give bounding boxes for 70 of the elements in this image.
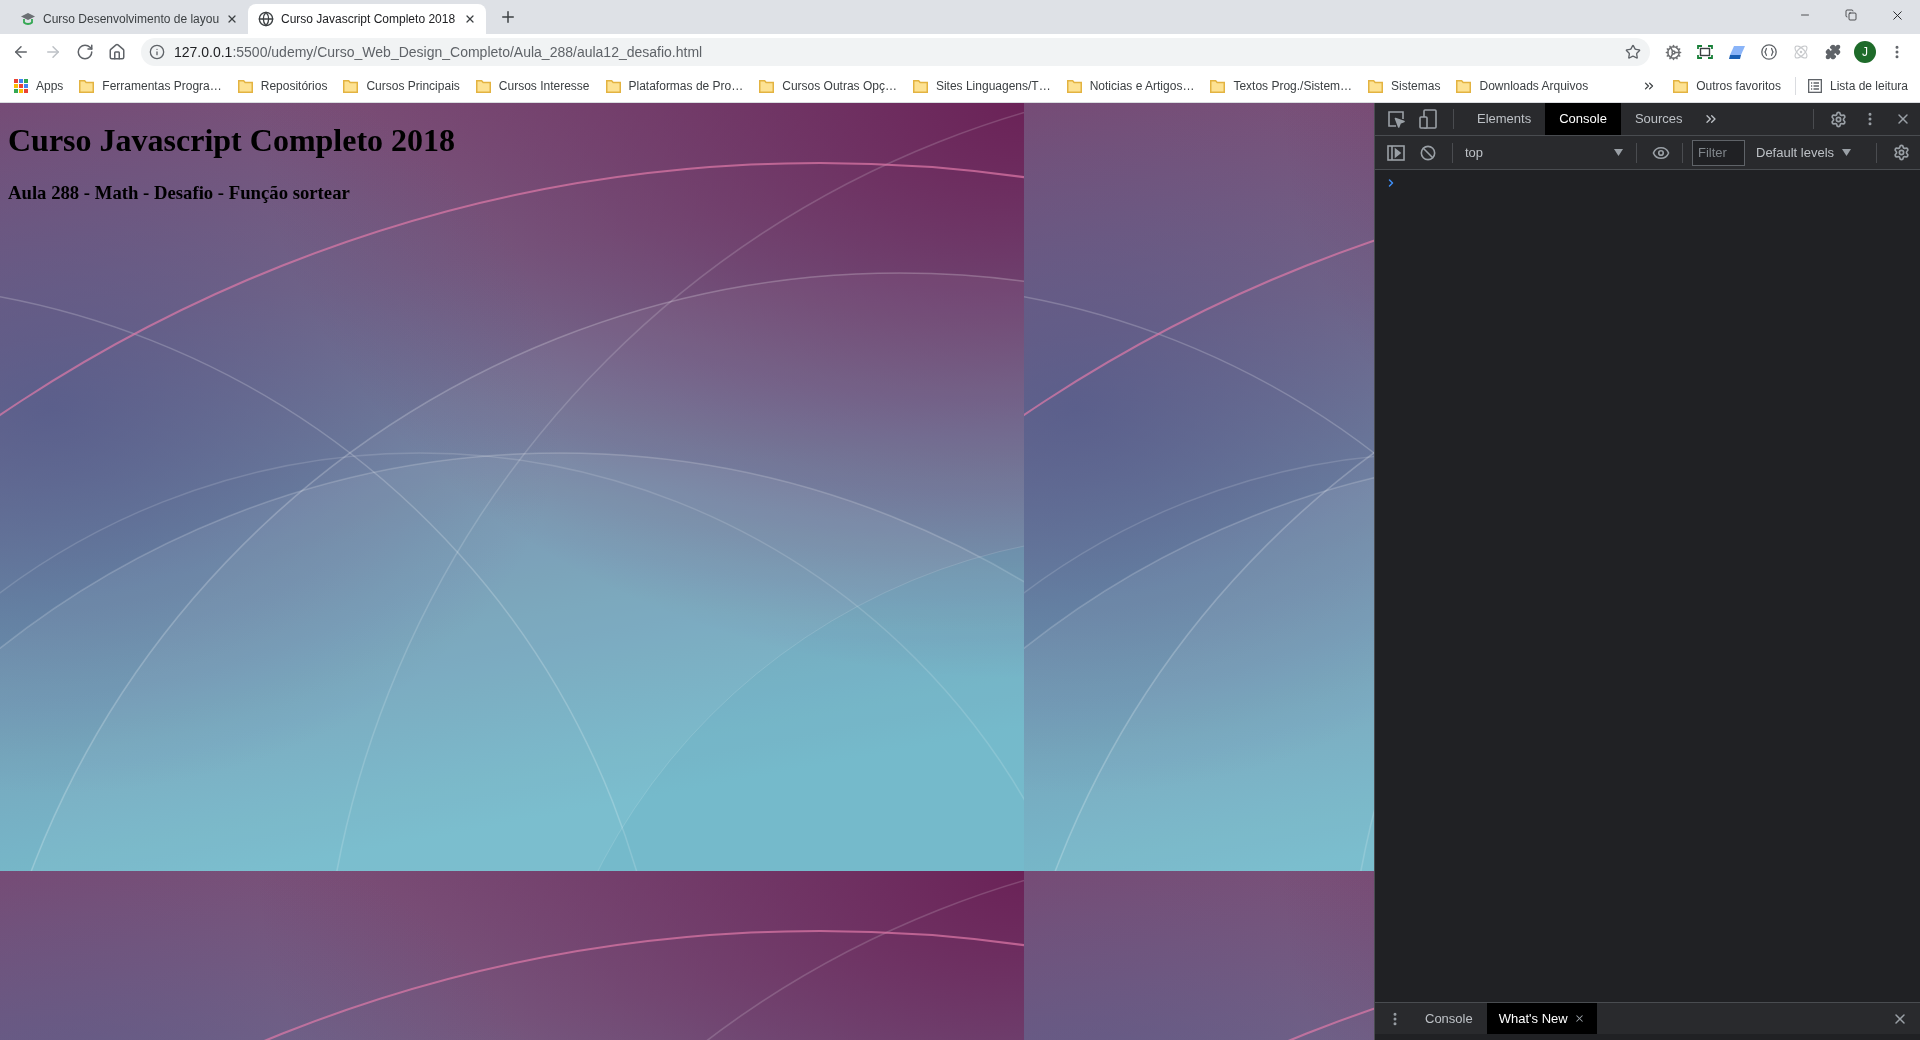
clear-icon bbox=[1420, 144, 1436, 161]
bookmark-item[interactable]: Cursos Interesse bbox=[467, 73, 598, 99]
drawer-tab[interactable]: What's New bbox=[1486, 1003, 1597, 1034]
close-icon bbox=[1895, 111, 1911, 127]
settings-icon bbox=[1829, 110, 1847, 128]
folder-icon bbox=[475, 79, 491, 93]
folder-icon bbox=[1210, 79, 1226, 93]
puzzle-icon bbox=[1825, 44, 1841, 60]
home-icon bbox=[108, 43, 126, 61]
cog-icon bbox=[1664, 43, 1682, 61]
page-heading: Curso Javascript Completo 2018 bbox=[8, 122, 456, 159]
folder-icon bbox=[1368, 79, 1384, 93]
bookmark-item[interactable]: Outros favoritos bbox=[1665, 73, 1789, 99]
caret-icon bbox=[1614, 149, 1623, 156]
reload-icon bbox=[76, 43, 94, 61]
drawer-tab[interactable]: Console bbox=[1413, 1003, 1485, 1034]
plus-icon bbox=[499, 8, 517, 26]
bookmark-item[interactable]: Repositórios bbox=[229, 73, 336, 99]
sidebar-toggle-icon bbox=[1387, 144, 1405, 161]
arrow-right-icon bbox=[44, 43, 62, 61]
page-subheading: Aula 288 - Math - Desafio - Função sortear bbox=[8, 182, 350, 204]
frame-corners-icon bbox=[1697, 45, 1713, 59]
bookmark-item[interactable]: Apps bbox=[6, 73, 72, 99]
settings-icon bbox=[1892, 144, 1910, 161]
device-toggle-icon bbox=[1419, 109, 1437, 129]
bookmark-item[interactable]: Cursos Outras Opç… bbox=[751, 73, 905, 99]
apps-grid-icon bbox=[14, 79, 28, 93]
filter-field[interactable]: Filter bbox=[1692, 139, 1745, 166]
log-levels-select[interactable]: Default levels bbox=[1750, 140, 1862, 165]
folder-icon bbox=[759, 79, 775, 93]
folder-icon bbox=[1673, 79, 1689, 93]
inspect-element-icon bbox=[1387, 110, 1405, 128]
graduation-cap-icon bbox=[20, 11, 36, 27]
folder-icon bbox=[237, 79, 253, 93]
reading-list-icon bbox=[1807, 79, 1822, 93]
url-text: 127.0.0.1:5500/udemy/Curso_Web_Design_Completo/Aula_288/aula12_desafio.html bbox=[174, 42, 703, 62]
bookmark-star-icon[interactable] bbox=[1625, 44, 1641, 60]
bookmark-item[interactable]: Cursos Principais bbox=[335, 73, 468, 99]
globe-icon bbox=[258, 11, 274, 27]
bookmark-item[interactable]: Plataformas de Pro… bbox=[597, 73, 752, 99]
bookmark-item[interactable]: Textos Prog./Sistem… bbox=[1202, 73, 1361, 99]
devtools-tab[interactable]: Elements bbox=[1463, 103, 1546, 135]
caret-icon bbox=[1842, 149, 1852, 156]
folder-icon bbox=[343, 79, 359, 93]
browser-tab[interactable]: Curso Javascript Completo 2018 bbox=[248, 4, 486, 34]
devtools-tab[interactable]: Console bbox=[1545, 103, 1621, 135]
bookmark-item[interactable]: Noticias e Artigos… bbox=[1058, 73, 1203, 99]
profile-avatar[interactable]: J bbox=[1854, 41, 1876, 63]
devtools-tab[interactable]: Sources bbox=[1620, 103, 1697, 135]
reading-list-button[interactable]: Lista de leitura bbox=[1801, 73, 1914, 99]
context-select[interactable]: top bbox=[1461, 140, 1629, 165]
folder-icon bbox=[605, 79, 621, 93]
close-icon bbox=[226, 13, 238, 25]
address-bar[interactable]: 127.0.0.1:5500/udemy/Curso_Web_Design_Completo/Aula_288/aula12_desafio.html bbox=[141, 38, 1650, 66]
atom-icon bbox=[1793, 44, 1809, 60]
close-icon bbox=[464, 13, 476, 25]
folder-icon bbox=[912, 79, 928, 93]
bookmark-item[interactable]: Sistemas bbox=[1360, 73, 1449, 99]
tilted-card-icon bbox=[1729, 45, 1745, 59]
restore-icon bbox=[1845, 9, 1857, 21]
info-icon bbox=[149, 44, 165, 60]
bookmark-item[interactable]: Ferramentas Progra… bbox=[71, 73, 230, 99]
bookmark-item[interactable]: Sites Linguagens/T… bbox=[904, 73, 1059, 99]
folder-icon bbox=[1066, 79, 1082, 93]
braces-circle-icon bbox=[1761, 44, 1777, 60]
folder-icon bbox=[79, 79, 95, 93]
bookmark-item[interactable]: Downloads Arquivos bbox=[1448, 73, 1597, 99]
folder-icon bbox=[1456, 79, 1472, 93]
browser-tab[interactable]: Curso Desenvolvimento de layou bbox=[10, 4, 248, 34]
close-icon[interactable] bbox=[1573, 1013, 1585, 1024]
